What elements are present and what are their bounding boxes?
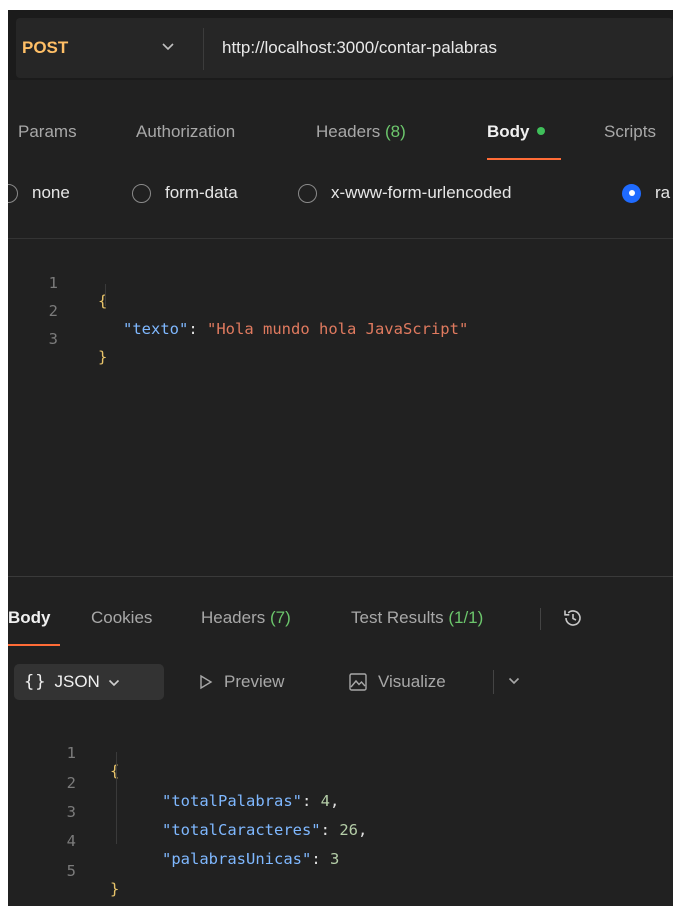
json-entry: "texto": "Hola mundo hola JavaScript" (123, 320, 468, 338)
code-line: 1 { (8, 726, 120, 780)
radio-x-www-form-urlencoded[interactable]: x-www-form-urlencoded (298, 183, 511, 203)
visualize-button[interactable]: Visualize (348, 672, 446, 692)
json-number-value: 4 (320, 792, 330, 810)
radio-label: ra (655, 183, 671, 202)
radio-circle-selected (622, 183, 641, 203)
body-type-radios: none form-data x-www-form-urlencoded ra (8, 175, 673, 221)
tab-body[interactable]: Body (487, 122, 545, 142)
tab-label: Cookies (91, 608, 153, 627)
json-entry: "totalCaracteres": 26, (162, 821, 368, 839)
json-key: "texto" (123, 320, 189, 338)
active-tab-underline (8, 644, 60, 646)
test-results-count: (1/1) (448, 608, 484, 627)
json-colon: : (188, 320, 207, 338)
indent-guide (105, 284, 106, 306)
tab-params[interactable]: Params (18, 122, 77, 142)
json-string-value: "Hola mundo hola JavaScript" (207, 320, 469, 338)
format-label: JSON (54, 672, 100, 691)
tab-label: Params (18, 122, 77, 141)
radio-circle (132, 183, 151, 203)
code-line: 5 } (8, 844, 120, 898)
tab-label: Scripts (604, 122, 656, 141)
postman-window: POST http://localhost:3000/contar-palabr… (8, 10, 673, 906)
url-bar: POST http://localhost:3000/contar-palabr… (8, 10, 673, 80)
json-number-value: 3 (329, 850, 340, 868)
headers-count: (8) (385, 122, 406, 141)
tab-label: Body (8, 608, 51, 627)
indent-guide (116, 752, 117, 844)
toolbar-divider (493, 670, 494, 694)
tab-response-headers[interactable]: Headers (7) (201, 608, 291, 628)
radio-circle (298, 183, 317, 203)
radio-raw[interactable]: ra (622, 183, 670, 203)
json-comma: , (330, 792, 340, 810)
code-line: 3 "totalCaracteres": 26, (8, 785, 368, 839)
pane-divider[interactable] (8, 576, 673, 577)
play-icon (200, 674, 213, 690)
line-number: 3 (48, 330, 58, 348)
radio-label: none (32, 183, 70, 202)
visualize-label: Visualize (378, 672, 446, 691)
code-line: 2 "totalPalabras": 4, (8, 756, 340, 810)
open-brace: { (110, 762, 120, 780)
response-tabs: Body Cookies Headers (7) Test Results (1… (8, 588, 673, 648)
radio-label: form-data (165, 183, 238, 202)
json-number-value: 26 (339, 821, 358, 839)
code-line: 2 "texto": "Hola mundo hola JavaScript" (8, 284, 469, 338)
tab-authorization[interactable]: Authorization (136, 122, 235, 142)
tab-response-body[interactable]: Body (8, 608, 51, 628)
tab-scripts[interactable]: Scripts (604, 122, 656, 142)
close-brace: } (98, 348, 108, 366)
method-select[interactable]: POST (22, 38, 68, 58)
response-toolbar: {} JSON Preview Visualize (8, 660, 673, 704)
active-tab-underline (487, 158, 561, 160)
json-key: "palabrasUnicas" (162, 850, 312, 868)
response-body-viewer[interactable]: 1 { 2 "totalPalabras": 4, 3 "totalCaract… (8, 722, 673, 898)
tab-cookies[interactable]: Cookies (91, 608, 152, 628)
body-indicator-dot (536, 126, 545, 135)
request-body-editor[interactable]: 1 { 2 "texto": "Hola mundo hola JavaScri… (8, 250, 673, 570)
preview-label: Preview (224, 672, 285, 691)
json-entry: "palabrasUnicas": 3 (162, 850, 340, 868)
preview-button[interactable]: Preview (198, 672, 284, 692)
url-input[interactable]: http://localhost:3000/contar-palabras (222, 38, 497, 58)
tab-label: Authorization (136, 122, 236, 141)
braces-icon: {} (24, 672, 47, 692)
radio-form-data[interactable]: form-data (132, 183, 238, 203)
radio-label: x-www-form-urlencoded (331, 183, 512, 202)
chevron-down-icon (108, 675, 120, 690)
json-key: "totalCaracteres" (162, 821, 321, 839)
tab-headers[interactable]: Headers (8) (316, 122, 406, 142)
json-key: "totalPalabras" (162, 792, 302, 810)
radio-circle (8, 183, 18, 203)
code-line: 3 } (8, 312, 108, 366)
tab-label: Body (487, 122, 530, 141)
tab-label: Test Results (351, 608, 444, 627)
headers-count: (7) (270, 608, 291, 627)
json-entry: "totalPalabras": 4, (162, 792, 340, 810)
url-divider (203, 28, 204, 70)
tab-divider (540, 608, 541, 630)
json-comma: , (357, 821, 368, 839)
tab-test-results[interactable]: Test Results (1/1) (351, 608, 483, 628)
radio-none[interactable]: none (8, 183, 70, 203)
code-line: 4 "palabrasUnicas": 3 (8, 814, 340, 868)
divider (8, 238, 673, 239)
code-line: 1 { (8, 256, 108, 310)
request-tabs: Params Authorization Headers (8) Body Sc… (8, 110, 673, 170)
close-brace: } (110, 880, 120, 898)
chevron-down-icon[interactable] (161, 40, 174, 52)
image-icon (349, 673, 367, 691)
format-dropdown[interactable]: {} JSON (14, 664, 164, 700)
tab-label: Headers (316, 122, 381, 141)
line-number: 5 (66, 862, 76, 880)
chevron-down-icon[interactable] (508, 673, 520, 688)
tab-label: Headers (201, 608, 266, 627)
history-icon[interactable] (561, 606, 585, 630)
